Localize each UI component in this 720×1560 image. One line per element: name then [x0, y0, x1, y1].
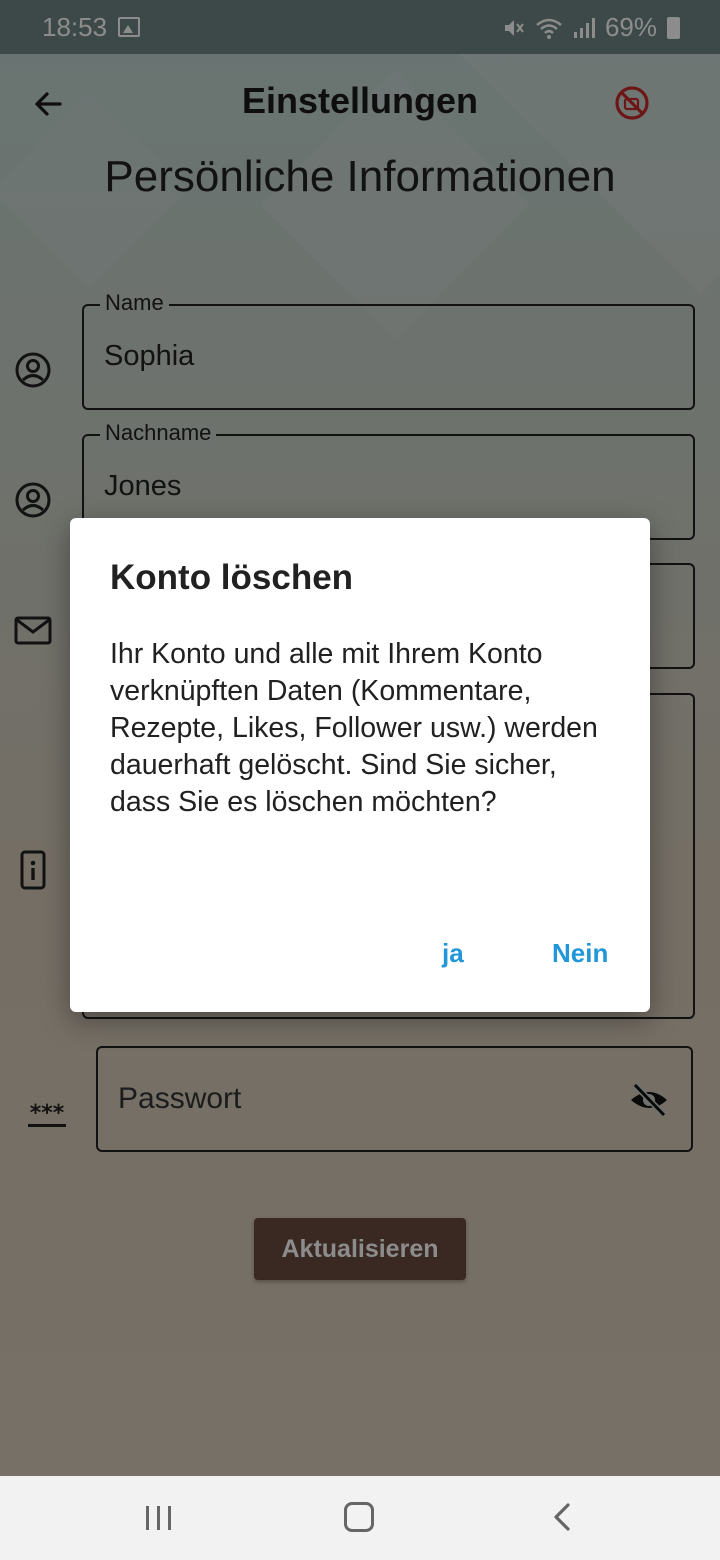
system-nav-bar [0, 1476, 720, 1560]
home-icon[interactable] [344, 1502, 374, 1532]
delete-account-dialog: Konto löschen Ihr Konto und alle mit Ihr… [70, 518, 650, 1012]
cancel-button[interactable]: Nein [552, 938, 608, 969]
confirm-button[interactable]: ja [442, 938, 464, 969]
dialog-message: Ihr Konto und alle mit Ihrem Konto verkn… [110, 638, 598, 818]
dialog-title: Konto löschen [110, 558, 354, 597]
back-icon[interactable] [548, 1502, 578, 1532]
recents-icon[interactable] [144, 1504, 174, 1532]
